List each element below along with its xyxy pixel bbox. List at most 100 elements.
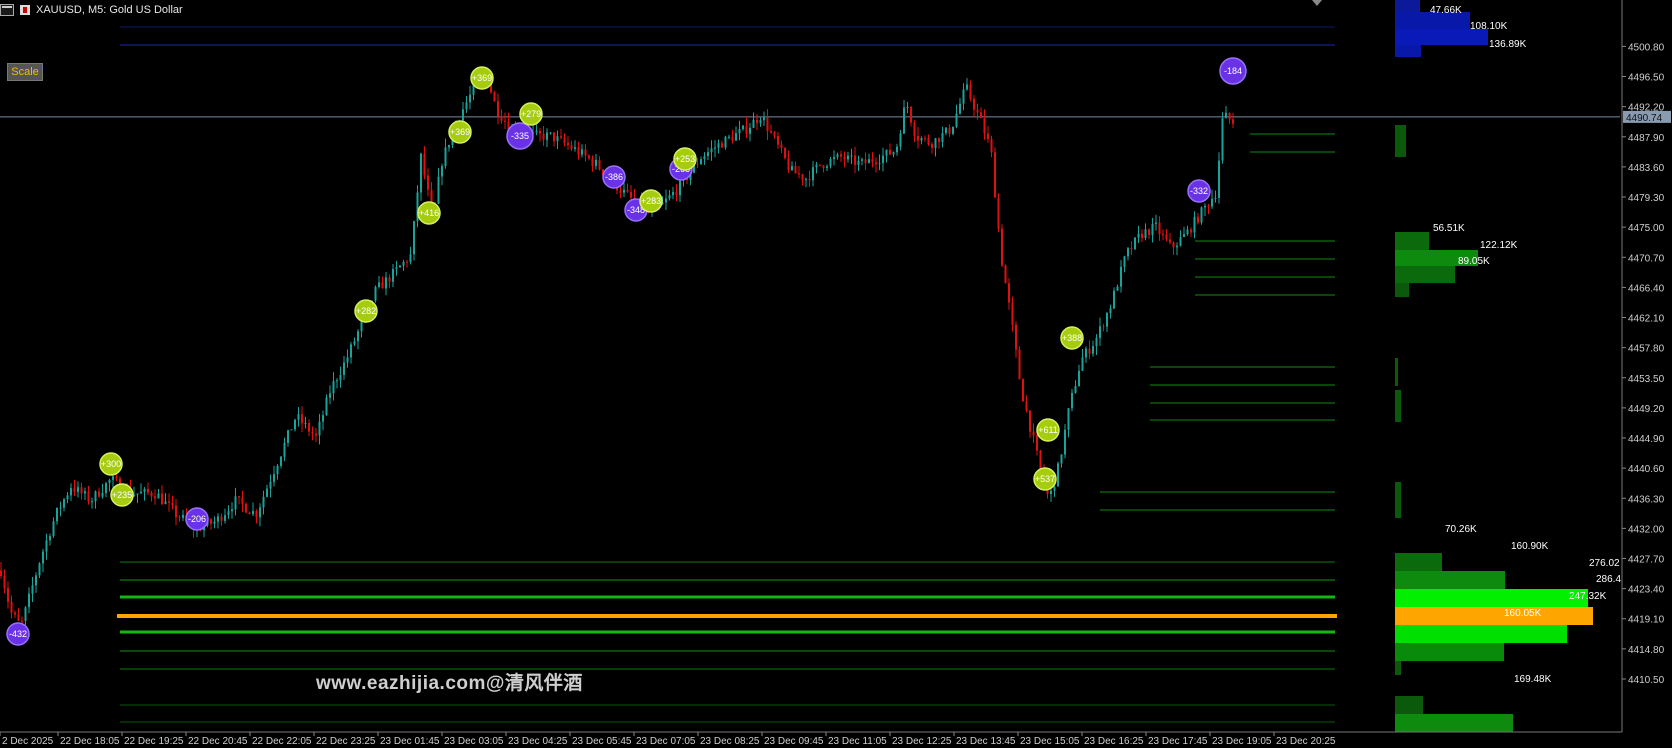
candle-body — [259, 507, 261, 518]
candle-body — [353, 341, 356, 345]
candle-body — [924, 137, 926, 139]
candle-body — [745, 125, 748, 134]
time-tick-label: 23 Dec 13:45 — [956, 736, 1016, 747]
candle-body — [21, 620, 23, 622]
candle-body — [1193, 216, 1196, 233]
bubble-label: +369 — [472, 73, 492, 83]
candle-body — [1120, 266, 1122, 287]
chart-area[interactable]: -432 +300 +235 -206 +282 +416 +369 +369 -335 +279… — [0, 0, 1672, 748]
candle-body — [892, 152, 895, 155]
candle-body — [1148, 229, 1150, 236]
candle-body — [1141, 233, 1143, 239]
price-tick-label: 4470.70 — [1628, 253, 1665, 264]
volume-profile-bar — [1395, 553, 1442, 571]
candle-body — [217, 516, 219, 522]
price-tick-label: 4496.50 — [1628, 73, 1665, 84]
candle-body — [882, 155, 884, 164]
candle-body — [931, 144, 933, 148]
candle-body — [927, 138, 930, 145]
candle-body — [1176, 245, 1178, 248]
volume-profile-bar — [1395, 571, 1505, 589]
candle-body — [182, 514, 184, 518]
candle-body — [801, 174, 804, 180]
candle-body — [381, 282, 384, 289]
candle-body — [1092, 346, 1094, 354]
candle-body — [234, 496, 237, 510]
candle-body — [392, 268, 394, 282]
price-tick-label: 4487.90 — [1628, 133, 1665, 144]
candle-body — [1018, 349, 1021, 380]
candle-body — [903, 107, 905, 134]
candle-body — [794, 166, 797, 174]
candle-body — [465, 102, 468, 110]
candle-body — [840, 154, 842, 157]
candle-body — [35, 575, 37, 586]
volume-profile-bar — [1395, 266, 1455, 283]
candle-body — [938, 138, 940, 143]
volume-profile-label: 89.05K — [1458, 256, 1490, 267]
candle-body — [1050, 490, 1052, 495]
price-tick-label: 4414.80 — [1628, 645, 1665, 656]
time-tick-label: 23 Dec 12:25 — [892, 736, 952, 747]
candle-body — [910, 106, 912, 123]
price-tick-label: 4423.40 — [1628, 585, 1665, 596]
candle-body — [574, 147, 576, 149]
candle-body — [889, 149, 891, 155]
bubble-label: +611 — [1038, 425, 1058, 435]
candle-body — [980, 112, 982, 119]
candle-body — [1022, 379, 1024, 402]
candle-body — [3, 576, 6, 589]
candle-body — [1011, 302, 1014, 325]
candle-body — [255, 511, 258, 518]
price-tick-label: 4453.50 — [1628, 374, 1665, 385]
candle-body — [276, 465, 279, 475]
candle-body — [115, 476, 118, 479]
candle-body — [742, 125, 744, 130]
candle-body — [1001, 228, 1003, 266]
candle-body — [822, 165, 825, 168]
time-tick-label: 23 Dec 05:45 — [572, 736, 632, 747]
candle-body — [17, 614, 20, 621]
candle-body — [1190, 229, 1192, 233]
candle-body — [318, 421, 321, 436]
candle-body — [31, 585, 34, 594]
scale-button[interactable]: Scale — [7, 63, 43, 81]
bubble-label: +300 — [101, 459, 121, 469]
volume-profile-label: 160.90K — [1511, 541, 1549, 552]
candle-body — [878, 163, 881, 165]
candle-body — [875, 162, 877, 165]
candle-body — [1036, 435, 1038, 451]
candle-body — [675, 192, 678, 196]
candle-body — [1186, 229, 1189, 235]
candle-body — [679, 180, 681, 196]
volume-profile-bar — [1395, 643, 1504, 661]
candle-body — [1172, 242, 1175, 248]
candle-body — [273, 474, 275, 482]
candle-body — [157, 493, 160, 499]
candle-body — [1158, 222, 1161, 234]
candle-body — [1113, 290, 1115, 309]
candle-body — [1109, 308, 1112, 314]
candle-body — [213, 521, 216, 524]
candle-body — [1169, 239, 1171, 243]
candle-body — [444, 147, 447, 167]
candle-body — [462, 109, 464, 121]
time-tick-label: 22 Dec 22:05 — [252, 736, 312, 747]
candle-body — [147, 488, 149, 493]
volume-profile-label: 286.4 — [1596, 574, 1621, 585]
candle-body — [1071, 392, 1073, 409]
candle-body — [1214, 197, 1217, 199]
candle-body — [588, 155, 590, 159]
candle-body — [672, 192, 674, 196]
candle-body — [287, 430, 289, 443]
candle-body — [955, 113, 958, 127]
bubble-label: +537 — [1035, 474, 1055, 484]
candle-body — [52, 521, 55, 537]
candle-body — [826, 166, 828, 168]
window-menu-icon[interactable] — [0, 4, 14, 16]
current-price-label: 4490.74 — [1626, 113, 1663, 124]
candle-body — [952, 126, 954, 134]
volume-profile-bar — [1395, 589, 1588, 607]
candle-body — [861, 159, 863, 161]
candle-body — [1225, 112, 1227, 119]
